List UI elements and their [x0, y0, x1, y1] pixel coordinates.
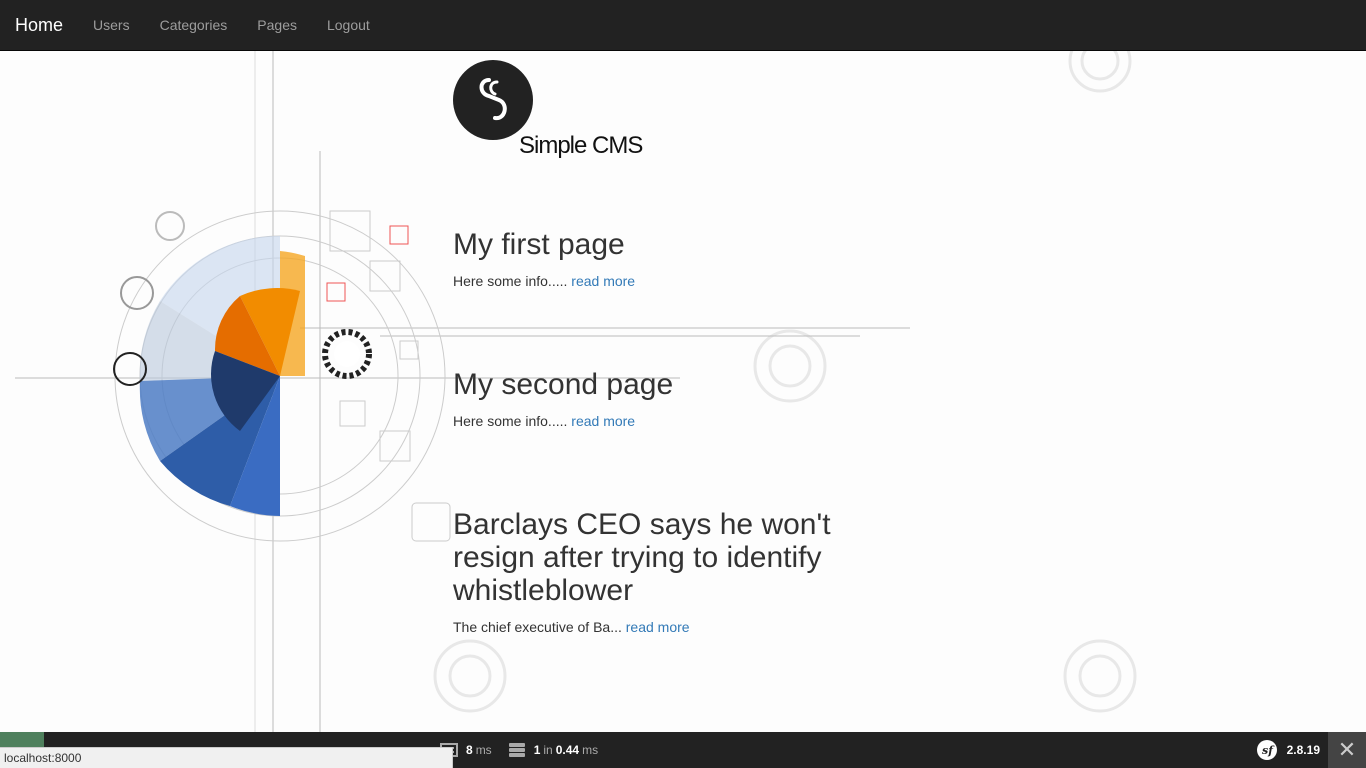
- toolbar-right: sf 2.8.19 ✕: [1249, 732, 1366, 768]
- nav-users-link[interactable]: Users: [78, 0, 145, 50]
- site-logo: Simple CMS: [453, 60, 643, 159]
- read-more-link[interactable]: read more: [571, 413, 635, 429]
- post-1: My first page Here some info..... read m…: [453, 228, 873, 291]
- read-more-link[interactable]: read more: [571, 273, 635, 289]
- database-icon: [508, 743, 525, 757]
- post-excerpt: The chief executive of Ba... read more: [453, 619, 690, 635]
- post-title: My first page: [453, 228, 625, 261]
- logo-text: Simple CMS: [519, 132, 643, 159]
- toolbar-db-block[interactable]: 1 in 0.44 ms: [500, 732, 606, 768]
- nav-logout-link[interactable]: Logout: [312, 0, 385, 50]
- paperclip-logo-icon: [453, 60, 533, 140]
- symfony-logo-icon: sf: [1256, 740, 1277, 760]
- read-more-link[interactable]: read more: [626, 619, 690, 635]
- post-3: Barclays CEO says he won't resign after …: [453, 508, 873, 637]
- post-title: Barclays CEO says he won't resign after …: [453, 508, 831, 607]
- close-icon[interactable]: ✕: [1328, 732, 1366, 768]
- post-title: My second page: [453, 368, 674, 401]
- post-excerpt: Here some info..... read more: [453, 413, 636, 429]
- symfony-version[interactable]: sf 2.8.19: [1249, 740, 1328, 760]
- post-2: My second page Here some info..... read …: [453, 368, 873, 431]
- nav-pages-link[interactable]: Pages: [242, 0, 312, 50]
- status-bar-url: localhost:8000: [0, 747, 453, 768]
- top-navbar: Home Users Categories Pages Logout: [0, 0, 1366, 51]
- nav-categories-link[interactable]: Categories: [145, 0, 243, 50]
- post-excerpt: Here some info..... read more: [453, 273, 636, 289]
- nav-home-link[interactable]: Home: [0, 0, 78, 50]
